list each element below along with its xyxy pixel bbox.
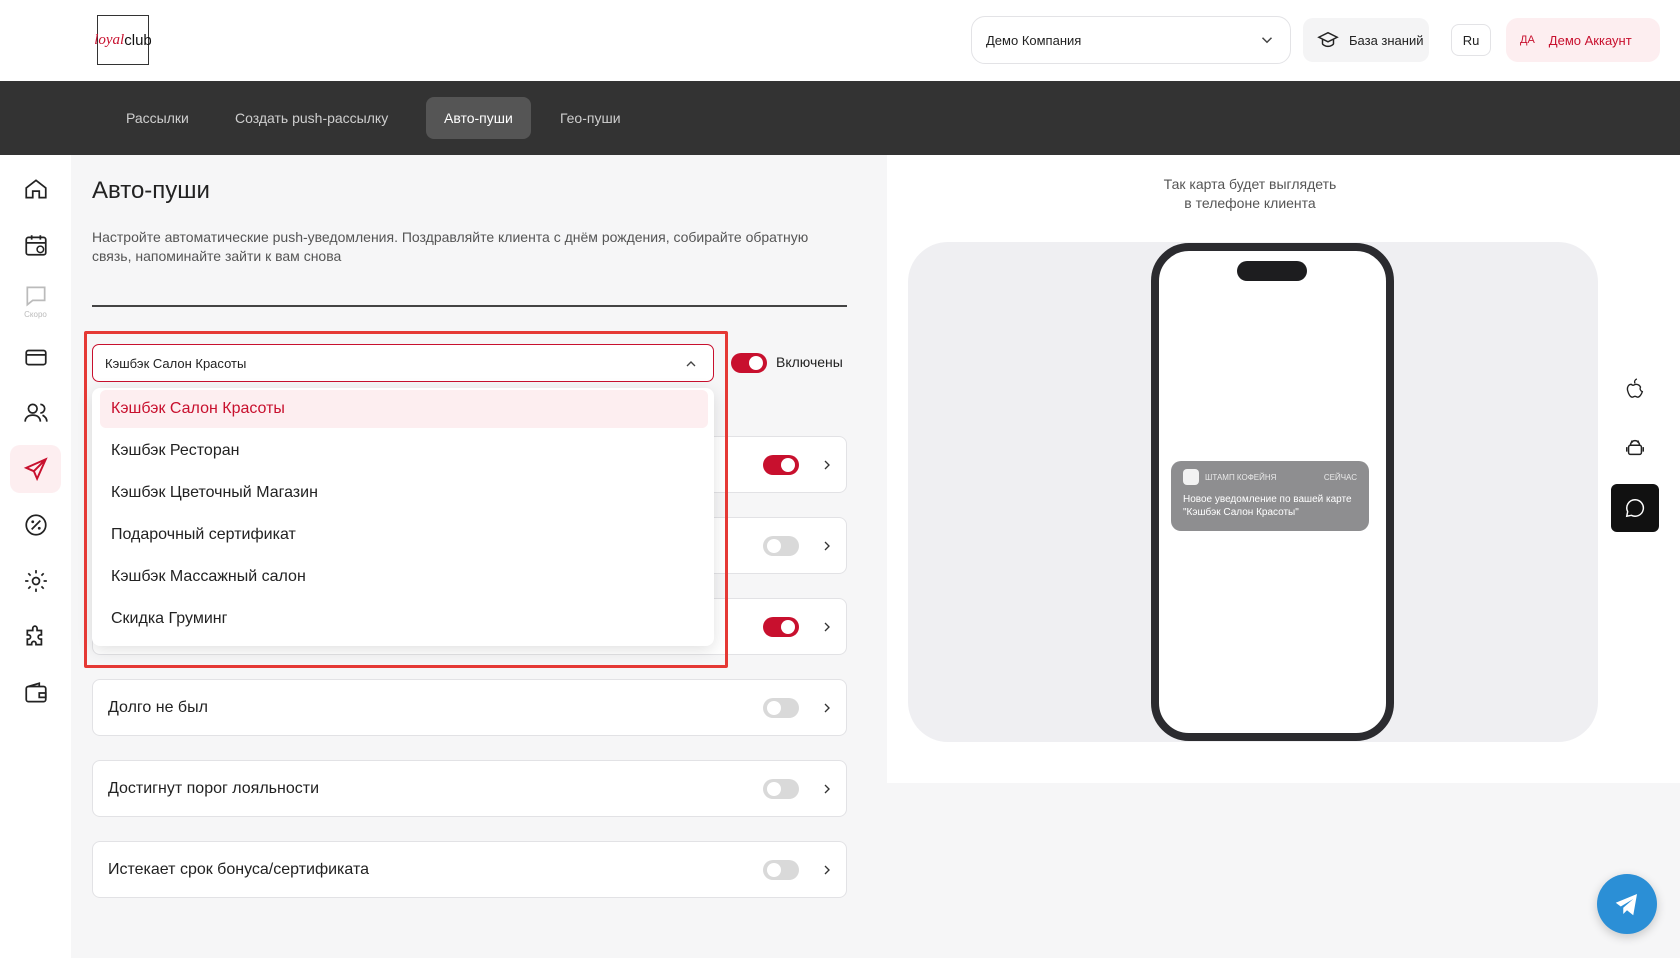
sidebar-item-wallet[interactable] bbox=[10, 669, 61, 717]
dropdown-option[interactable]: Кэшбэк Массажный салон bbox=[100, 558, 708, 596]
dropdown-option[interactable]: Кэшбэк Салон Красоты bbox=[100, 390, 708, 428]
divider bbox=[92, 305, 847, 307]
telegram-support-button[interactable] bbox=[1597, 874, 1657, 934]
android-preview-button[interactable] bbox=[1611, 424, 1659, 472]
sidebar-item-chat[interactable]: Скоро bbox=[10, 277, 61, 325]
graduation-cap-icon bbox=[1317, 31, 1339, 48]
phone-mockup: ШТАМП КОФЕЙНЯ СЕЙЧАС Новое уведомление п… bbox=[1151, 243, 1394, 741]
preview-caption: Так карта будет выглядеть в телефоне кли… bbox=[887, 175, 1613, 213]
android-icon bbox=[1626, 440, 1644, 456]
avatar: ДА bbox=[1520, 34, 1535, 46]
apple-icon bbox=[1626, 378, 1644, 398]
notification-app-name: ШТАМП КОФЕЙНЯ bbox=[1205, 472, 1277, 482]
push-row-long-absence[interactable]: Долго не был bbox=[92, 679, 847, 736]
company-select-value: Демо Компания bbox=[986, 32, 1082, 48]
logo-text-loyal: loyal bbox=[94, 31, 125, 48]
push-row-toggle[interactable] bbox=[763, 779, 799, 799]
account-name: Демо Аккаунт bbox=[1548, 32, 1632, 48]
push-row-toggle[interactable] bbox=[763, 536, 799, 556]
card-select[interactable]: Кэшбэк Салон Красоты bbox=[92, 344, 714, 382]
card-icon bbox=[24, 349, 47, 366]
coming-soon-label: Скоро bbox=[24, 310, 47, 319]
company-select[interactable]: Демо Компания bbox=[971, 16, 1291, 64]
preview-stage: ШТАМП КОФЕЙНЯ СЕЙЧАС Новое уведомление п… bbox=[908, 242, 1598, 742]
app-icon bbox=[1183, 469, 1199, 485]
push-row-bonus-expiring[interactable]: Истекает срок бонуса/сертификата bbox=[92, 841, 847, 898]
ios-preview-button[interactable] bbox=[1611, 364, 1659, 412]
chevron-right-icon[interactable] bbox=[819, 781, 835, 797]
push-navbar: Рассылки Создать push-рассылку Авто-пуши… bbox=[0, 81, 1680, 155]
puzzle-icon bbox=[25, 625, 42, 646]
sidebar-item-integrations[interactable] bbox=[10, 613, 61, 661]
wallet-icon bbox=[24, 682, 47, 703]
page-title: Авто-пуши bbox=[92, 177, 210, 204]
push-notification-preview: ШТАМП КОФЕЙНЯ СЕЙЧАС Новое уведомление п… bbox=[1171, 461, 1369, 531]
logo-text-club: club bbox=[124, 31, 152, 49]
card-select-value: Кэшбэк Салон Красоты bbox=[105, 355, 247, 371]
loyalclub-logo[interactable]: loyal club bbox=[94, 15, 152, 65]
chat-preview-button[interactable] bbox=[1611, 484, 1659, 532]
phone-notch bbox=[1237, 261, 1307, 281]
language-button[interactable]: Ru bbox=[1451, 24, 1491, 56]
notification-time: СЕЙЧАС bbox=[1323, 472, 1357, 482]
dropdown-option[interactable]: Подарочный сертификат bbox=[100, 516, 708, 554]
push-row-toggle[interactable] bbox=[763, 698, 799, 718]
sidebar-item-calendar[interactable] bbox=[10, 221, 61, 269]
tab-auto-push[interactable]: Авто-пуши bbox=[426, 97, 531, 139]
dropdown-option[interactable]: Кэшбэк Цветочный Магазин bbox=[100, 474, 708, 512]
master-toggle[interactable] bbox=[731, 353, 767, 373]
percent-icon bbox=[24, 514, 47, 536]
push-row-loyalty-threshold[interactable]: Достигнут порог лояльности bbox=[92, 760, 847, 817]
home-icon bbox=[24, 179, 47, 199]
chevron-right-icon[interactable] bbox=[819, 538, 835, 554]
push-row-toggle[interactable] bbox=[763, 617, 799, 637]
chevron-right-icon[interactable] bbox=[819, 862, 835, 878]
page-description: Настройте автоматические push-уведомлени… bbox=[92, 229, 809, 264]
dropdown-option[interactable]: Скидка Груминг bbox=[100, 600, 708, 638]
sidebar-item-push[interactable] bbox=[10, 445, 61, 493]
card-select-dropdown: Кэшбэк Салон Красоты Кэшбэк Ресторан Кэш… bbox=[92, 388, 714, 646]
chevron-right-icon[interactable] bbox=[819, 700, 835, 716]
push-row-toggle[interactable] bbox=[763, 455, 799, 475]
push-row-label: Истекает срок бонуса/сертификата bbox=[108, 861, 369, 878]
sidebar-item-promotions[interactable] bbox=[10, 501, 61, 549]
telegram-icon bbox=[1615, 894, 1637, 916]
preview-caption-line2: в телефоне клиента bbox=[1184, 195, 1316, 211]
notification-text: Новое уведомление по вашей карте "Кэшбэк… bbox=[1183, 494, 1352, 518]
sidebar-item-clients[interactable] bbox=[10, 389, 61, 437]
chevron-down-icon bbox=[1261, 37, 1273, 44]
enabled-label: Включены bbox=[776, 354, 843, 370]
chat-icon bbox=[25, 286, 46, 307]
push-row-label: Достигнут порог лояльности bbox=[108, 780, 320, 797]
chevron-right-icon[interactable] bbox=[819, 619, 835, 635]
top-header: loyal club Демо Компания База знаний Ru Д… bbox=[0, 0, 1680, 81]
gear-icon bbox=[24, 570, 47, 592]
chat-bubble-icon bbox=[1625, 499, 1645, 518]
push-row-toggle[interactable] bbox=[763, 860, 799, 880]
users-icon bbox=[23, 403, 48, 422]
push-row-label: Долго не был bbox=[108, 699, 208, 716]
send-icon bbox=[23, 457, 48, 482]
sidebar-rail: Скоро bbox=[0, 155, 71, 958]
tab-geo-push[interactable]: Гео-пуши bbox=[542, 97, 639, 139]
knowledge-base-label: База знаний bbox=[1349, 32, 1424, 48]
sidebar-item-home[interactable] bbox=[10, 165, 61, 213]
tab-create-push[interactable]: Создать push-рассылку bbox=[217, 97, 406, 139]
sidebar-item-settings[interactable] bbox=[10, 557, 61, 605]
knowledge-base-button[interactable]: База знаний bbox=[1303, 18, 1429, 62]
calendar-icon bbox=[24, 235, 47, 256]
chevron-up-icon bbox=[686, 361, 696, 367]
account-button[interactable]: ДА Демо Аккаунт bbox=[1506, 18, 1660, 62]
sidebar-item-cards[interactable] bbox=[10, 333, 61, 381]
dropdown-option[interactable]: Кэшбэк Ресторан bbox=[100, 432, 708, 470]
preview-caption-line1: Так карта будет выглядеть bbox=[1163, 176, 1337, 192]
chevron-right-icon[interactable] bbox=[819, 457, 835, 473]
phone-preview-panel: Так карта будет выглядеть в телефоне кли… bbox=[887, 155, 1680, 783]
tab-mailings[interactable]: Рассылки bbox=[108, 97, 207, 139]
